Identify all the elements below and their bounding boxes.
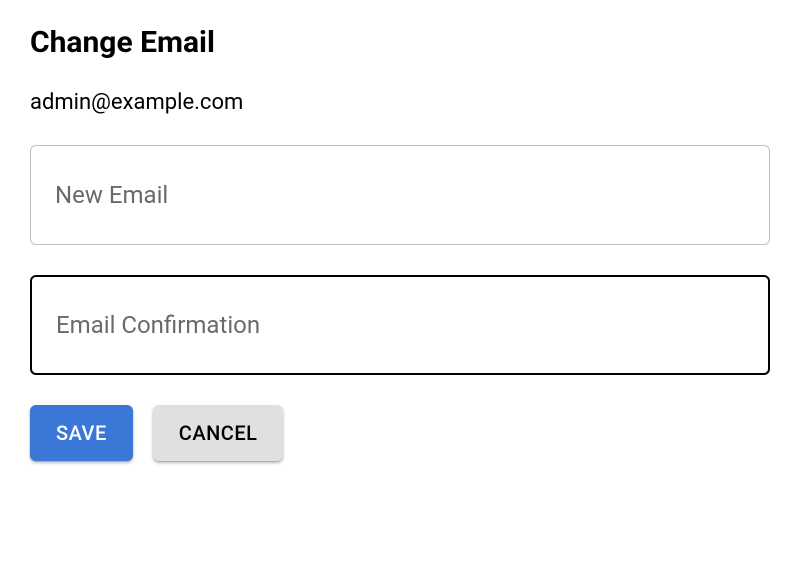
page-title: Change Email xyxy=(30,25,770,60)
current-email: admin@example.com xyxy=(30,90,770,115)
email-confirmation-input[interactable] xyxy=(30,275,770,375)
cancel-button[interactable]: Cancel xyxy=(153,405,284,461)
button-row: Save Cancel xyxy=(30,405,770,461)
new-email-input[interactable] xyxy=(30,145,770,245)
save-button[interactable]: Save xyxy=(30,405,133,461)
